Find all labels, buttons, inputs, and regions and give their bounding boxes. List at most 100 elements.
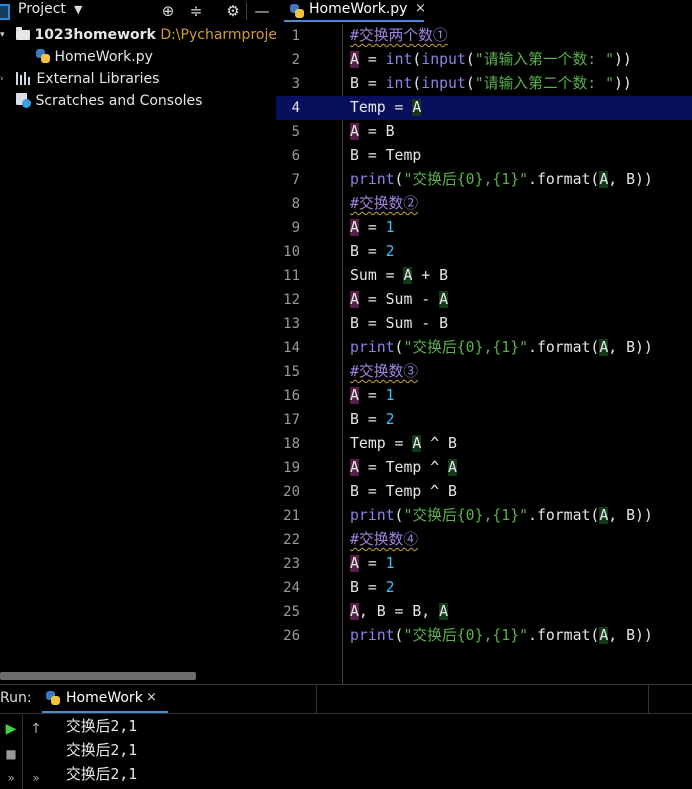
code-line[interactable]: 7 print("交换后{0},{1}".format(A, B)) (276, 168, 692, 192)
code-text: #交换数② (350, 192, 418, 216)
tree-item-external-libraries[interactable]: › External Libraries (0, 68, 276, 90)
code-line[interactable]: 2A = int(input("请输入第一个数: ")) (276, 48, 692, 72)
code-token: A (350, 603, 359, 620)
chevron-right-icon[interactable]: › (0, 68, 10, 90)
code-text: B = 2 (350, 408, 395, 432)
code-token: A (350, 219, 359, 236)
locate-icon[interactable]: ⊕ (158, 0, 178, 22)
line-number: 5 (291, 124, 300, 140)
settings-gear-icon[interactable]: ⚙ (223, 0, 243, 22)
code-line[interactable]: 25 A, B = B, A (276, 600, 692, 624)
code-token: "交换后{0},{1}" (403, 171, 529, 188)
code-line[interactable]: 24 B = 2 (276, 576, 692, 600)
code-line[interactable]: 1 #交换两个数① (276, 24, 692, 48)
code-line[interactable]: 15 #交换数③ (276, 360, 692, 384)
code-line[interactable]: 12 A = Sum - A (276, 288, 692, 312)
code-line[interactable]: 19 A = Temp ^ A (276, 456, 692, 480)
code-line[interactable]: 6 B = Temp (276, 144, 692, 168)
horizontal-scrollbar[interactable] (0, 672, 196, 680)
code-line[interactable]: 23 A = 1 (276, 552, 692, 576)
code-token: 1 (385, 555, 395, 572)
scroll-up-icon[interactable]: ↑ (25, 721, 47, 737)
line-number: 10 (283, 244, 300, 260)
project-root-path: D:\Pycharmprojects\ (160, 27, 276, 43)
code-line[interactable]: 17 B = 2 (276, 408, 692, 432)
tab-label: HomeWork.py (309, 1, 408, 17)
chevron-down-icon[interactable]: ▼ (74, 3, 82, 16)
code-line[interactable]: 22 #交换数④ (276, 528, 692, 552)
more-icon[interactable]: » (25, 771, 47, 785)
code-line[interactable]: 14 print("交换后{0},{1}".format(A, B)) (276, 336, 692, 360)
code-token: A (350, 387, 359, 404)
code-token: .format( (528, 627, 600, 644)
code-token: = (358, 51, 386, 68)
code-text: A, B = B, A (350, 600, 449, 624)
code-line[interactable]: 5 A = B (276, 120, 692, 144)
code-token: A (599, 171, 609, 188)
minimize-icon[interactable]: — (252, 0, 272, 22)
close-icon[interactable]: × (146, 690, 157, 705)
code-token: B = (350, 75, 386, 92)
line-number: 3 (291, 76, 300, 92)
line-number: 2 (291, 52, 300, 68)
code-token: B = Temp (350, 147, 422, 164)
code-line[interactable]: 20 B = Temp ^ B (276, 480, 692, 504)
more-icon[interactable]: » (0, 771, 22, 785)
code-line[interactable]: 21 print("交换后{0},{1}".format(A, B)) (276, 504, 692, 528)
code-token: #交换两个数① (350, 27, 448, 44)
line-number: 18 (283, 436, 300, 452)
code-line[interactable]: 26 print("交换后{0},{1}".format(A, B)) (276, 624, 692, 648)
code-token: )) (614, 51, 632, 68)
code-token: = (358, 387, 386, 404)
project-panel: Project ▼ ⊕ ≑ ⚙ — ▾ 1023homework D:\Pych… (0, 0, 276, 684)
code-token: A (350, 555, 359, 572)
code-token: #交换数③ (350, 363, 419, 380)
collapse-icon[interactable]: ≑ (186, 0, 206, 22)
close-icon[interactable]: × (415, 1, 426, 16)
run-icon[interactable]: ▶ (0, 721, 22, 737)
chevron-down-icon[interactable]: ▾ (0, 24, 10, 46)
project-title[interactable]: Project (18, 1, 66, 17)
code-token: A (599, 507, 609, 524)
code-line[interactable]: 11 Sum = A + B (276, 264, 692, 288)
code-line[interactable]: 9 A = 1 (276, 216, 692, 240)
code-line[interactable]: 18 Temp = A ^ B (276, 432, 692, 456)
code-text: B = 2 (350, 576, 395, 600)
libraries-label: External Libraries (36, 71, 160, 87)
code-token: 1 (385, 387, 395, 404)
python-file-icon (46, 691, 60, 705)
code-token: = (358, 219, 386, 236)
tab-run-homework[interactable]: HomeWork × (42, 685, 168, 713)
code-line[interactable]: 10 B = 2 (276, 240, 692, 264)
code-token: .format( (528, 171, 600, 188)
tree-item-homework-py[interactable]: HomeWork.py (36, 46, 153, 68)
tab-homework-py[interactable]: HomeWork.py × (284, 0, 426, 22)
stop-icon[interactable]: ■ (0, 747, 22, 761)
code-token: "交换后{0},{1}" (403, 627, 529, 644)
code-token: B = Sum - B (350, 315, 448, 332)
tree-item-scratches[interactable]: Scratches and Consoles (16, 90, 202, 112)
code-text: print("交换后{0},{1}".format(A, B)) (350, 336, 653, 360)
code-token: )) (613, 75, 632, 92)
code-editor[interactable]: HomeWork.py × 1 #交换两个数① 2 A = int(input("请输… (276, 0, 692, 684)
line-number: 6 (291, 148, 300, 164)
editor-tab-bar: HomeWork.py × (276, 0, 692, 22)
python-file-icon (36, 49, 50, 63)
run-header: Run: HomeWork × (0, 685, 692, 714)
code-line[interactable]: 3B = int(input("请输入第二个数: ")) (276, 72, 692, 96)
code-line[interactable]: 13 B = Sum - B (276, 312, 692, 336)
code-token: print (350, 339, 395, 356)
code-token: Sum = (350, 267, 404, 284)
code-text: A = Temp ^ A (350, 456, 457, 480)
code-text: print("交换后{0},{1}".format(A, B)) (350, 624, 653, 648)
line-number: 17 (283, 412, 300, 428)
run-toolbar-secondary: ↑ » (22, 715, 51, 789)
code-line[interactable]: 8 #交换数② (276, 192, 692, 216)
code-line[interactable]: 4 Temp = A (276, 96, 692, 120)
code-token: Temp = (350, 99, 413, 116)
tree-item-project-root[interactable]: ▾ 1023homework D:\Pycharmprojects\ (0, 24, 276, 46)
line-number: 20 (283, 484, 300, 500)
code-token: = Sum - (358, 291, 440, 308)
line-number: 8 (291, 196, 300, 212)
code-line[interactable]: 16 A = 1 (276, 384, 692, 408)
